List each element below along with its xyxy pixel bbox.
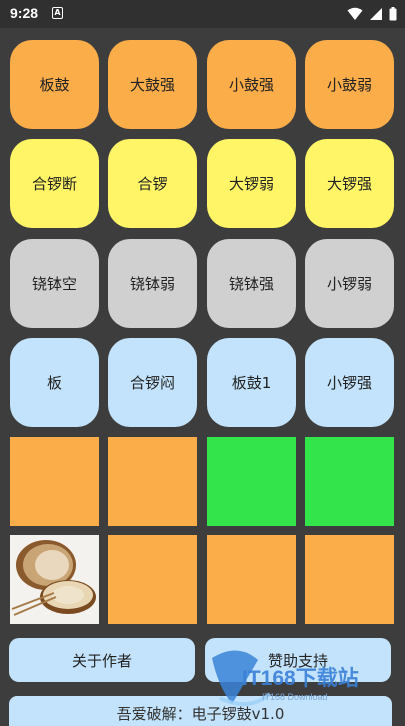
- wifi-icon: [347, 6, 363, 25]
- sound-button-xiaoluo-strong[interactable]: 小锣强: [305, 338, 394, 427]
- sound-button-naobo-empty[interactable]: 铙钵空: [10, 239, 99, 328]
- button-label: 合锣闷: [129, 374, 175, 392]
- sound-button-naobo-strong[interactable]: 铙钵强: [207, 239, 296, 328]
- button-label: 板: [46, 374, 62, 392]
- button-label: 小锣强: [326, 374, 372, 392]
- button-label: 铙钵弱: [129, 275, 175, 293]
- button-label: 大鼓强: [129, 76, 175, 94]
- button-label: 小鼓弱: [326, 76, 372, 94]
- support-label: 赞助支持: [267, 651, 328, 670]
- about-author-button[interactable]: 关于作者: [9, 638, 195, 682]
- pad-green[interactable]: [305, 437, 394, 526]
- sound-button-xiaogu-strong[interactable]: 小鼓强: [207, 40, 296, 129]
- sound-button-daluo-weak[interactable]: 大锣弱: [207, 139, 296, 228]
- button-label: 板鼓1: [231, 374, 272, 392]
- sound-button-heluo-muted[interactable]: 合锣闷: [108, 338, 197, 427]
- button-label: 小锣弱: [326, 275, 372, 293]
- button-label: 大锣弱: [228, 175, 274, 193]
- pad-orange[interactable]: [10, 437, 99, 526]
- button-label: 合锣断: [31, 175, 77, 193]
- pad-green[interactable]: [207, 437, 296, 526]
- button-label: 铙钵空: [31, 275, 77, 293]
- sound-button-bangu[interactable]: 板鼓: [10, 40, 99, 129]
- sound-button-dagu-strong[interactable]: 大鼓强: [108, 40, 197, 129]
- sound-button-xiaogu-weak[interactable]: 小鼓弱: [305, 40, 394, 129]
- about-author-label: 关于作者: [71, 651, 132, 670]
- footer-text: 吾爱破解：电子锣鼓v1.0: [116, 705, 285, 723]
- footer-bar: 吾爱破解：电子锣鼓v1.0: [9, 696, 392, 726]
- status-time: 9:28: [10, 5, 39, 21]
- button-label: 铙钵强: [228, 275, 274, 293]
- support-button[interactable]: 赞助支持: [205, 638, 391, 682]
- pad-orange[interactable]: [108, 437, 197, 526]
- drum-image: [10, 535, 99, 624]
- button-label: 大锣强: [326, 175, 372, 193]
- sound-button-ban[interactable]: 板: [10, 338, 99, 427]
- pad-orange[interactable]: [305, 535, 394, 624]
- button-label: 板鼓: [39, 76, 70, 94]
- pad-orange[interactable]: [108, 535, 197, 624]
- sound-button-heluo-break[interactable]: 合锣断: [10, 139, 99, 228]
- pad-orange[interactable]: [207, 535, 296, 624]
- notification-icon: A: [52, 7, 63, 19]
- signal-icon: [369, 6, 383, 25]
- sound-button-daluo-strong[interactable]: 大锣强: [305, 139, 394, 228]
- sound-button-naobo-weak[interactable]: 铙钵弱: [108, 239, 197, 328]
- sound-button-bangu-1[interactable]: 板鼓1: [207, 338, 296, 427]
- button-label: 小鼓强: [228, 76, 274, 94]
- sound-button-xiaoluo-weak[interactable]: 小锣弱: [305, 239, 394, 328]
- drum-image-pad[interactable]: [10, 535, 99, 624]
- button-label: 合锣: [137, 175, 168, 193]
- battery-icon: [389, 6, 397, 25]
- sound-button-heluo[interactable]: 合锣: [108, 139, 197, 228]
- status-bar: 9:28 A: [0, 0, 405, 28]
